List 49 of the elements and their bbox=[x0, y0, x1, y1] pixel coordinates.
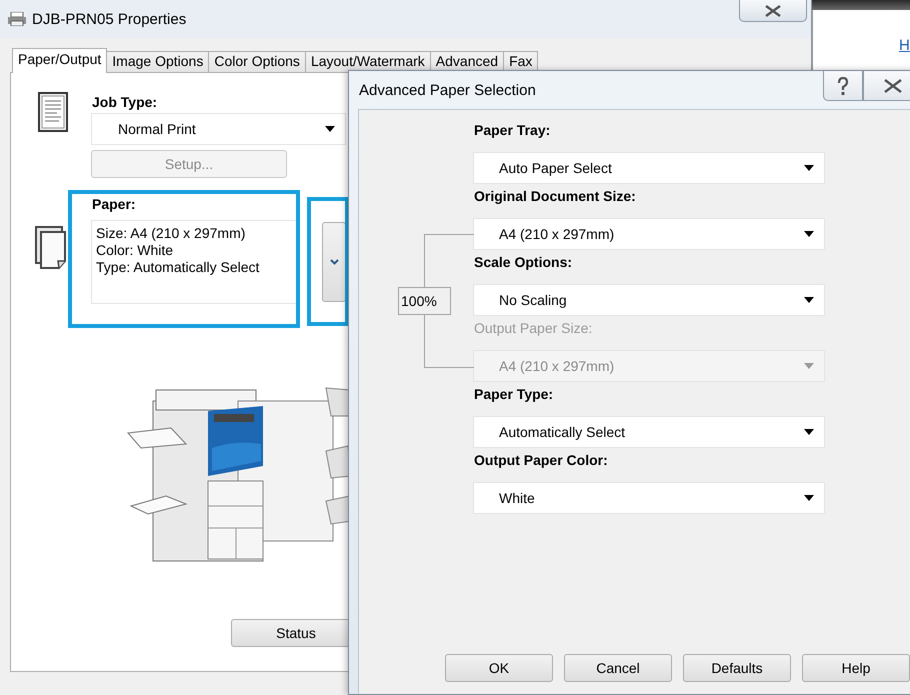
dialog-title: Advanced Paper Selection bbox=[358, 82, 536, 98]
printer-icon bbox=[8, 12, 26, 26]
tab[interactable]: Color Options bbox=[208, 51, 306, 72]
field-label: Scale Options: bbox=[473, 253, 574, 272]
dialog-button[interactable]: Defaults bbox=[683, 654, 791, 682]
paper-summary-line: Size: A4 (210 x 297mm) bbox=[96, 225, 246, 242]
tab[interactable]: Layout/Watermark bbox=[304, 51, 431, 72]
field-label: Job Type: bbox=[91, 93, 158, 112]
caret-icon bbox=[804, 495, 814, 501]
caret-icon bbox=[804, 429, 814, 435]
dropdown[interactable]: No Scaling bbox=[473, 284, 825, 316]
close-button[interactable] bbox=[739, 0, 807, 22]
caret-icon bbox=[325, 126, 335, 132]
job-type-dropdown[interactable]: Normal Print bbox=[91, 113, 346, 145]
help-button[interactable] bbox=[823, 71, 863, 101]
dialog-button[interactable]: Help bbox=[802, 654, 910, 682]
field-label: Paper: bbox=[91, 195, 137, 214]
chevron-down-icon bbox=[330, 259, 338, 265]
tab[interactable]: Fax bbox=[503, 51, 538, 72]
tab[interactable]: Paper/Output bbox=[12, 48, 108, 73]
dialog-button[interactable]: OK bbox=[445, 654, 553, 682]
caret-icon bbox=[804, 363, 814, 369]
window-title: DJB-PRN05 Properties bbox=[32, 10, 186, 28]
field-label: Original Document Size: bbox=[473, 187, 637, 206]
expand-button[interactable] bbox=[322, 222, 346, 302]
paper-stack-icon bbox=[34, 225, 68, 271]
tab[interactable]: Image Options bbox=[106, 51, 210, 72]
scale-percent-field[interactable]: 100% bbox=[398, 287, 451, 315]
dropdown[interactable]: Automatically Select bbox=[473, 416, 825, 448]
link[interactable]: H bbox=[899, 37, 910, 54]
dropdown[interactable]: Auto Paper Select bbox=[473, 152, 825, 184]
paper-summary-line: Color: White bbox=[96, 242, 174, 259]
field-label: Paper Tray: bbox=[473, 121, 552, 140]
close-button[interactable] bbox=[863, 71, 910, 101]
dialog-button[interactable]: Cancel bbox=[564, 654, 672, 682]
document-icon bbox=[37, 91, 71, 133]
close-icon bbox=[884, 78, 902, 92]
dropdown[interactable]: White bbox=[473, 482, 825, 514]
caret-icon bbox=[804, 231, 814, 237]
dropdown[interactable]: A4 (210 x 297mm) bbox=[473, 218, 825, 250]
paper-summary-line: Type: Automatically Select bbox=[96, 259, 260, 276]
caret-icon bbox=[804, 165, 814, 171]
help-icon bbox=[836, 76, 850, 94]
field-label: Paper Type: bbox=[473, 385, 554, 404]
field-label: Output Paper Color: bbox=[473, 451, 609, 470]
paper-summary-field[interactable]: Size: A4 (210 x 297mm) Color: White Type: Automatically Select bbox=[91, 220, 299, 304]
field-label: Output Paper Size: bbox=[473, 319, 594, 338]
caret-icon bbox=[804, 297, 814, 303]
close-icon bbox=[765, 4, 781, 16]
